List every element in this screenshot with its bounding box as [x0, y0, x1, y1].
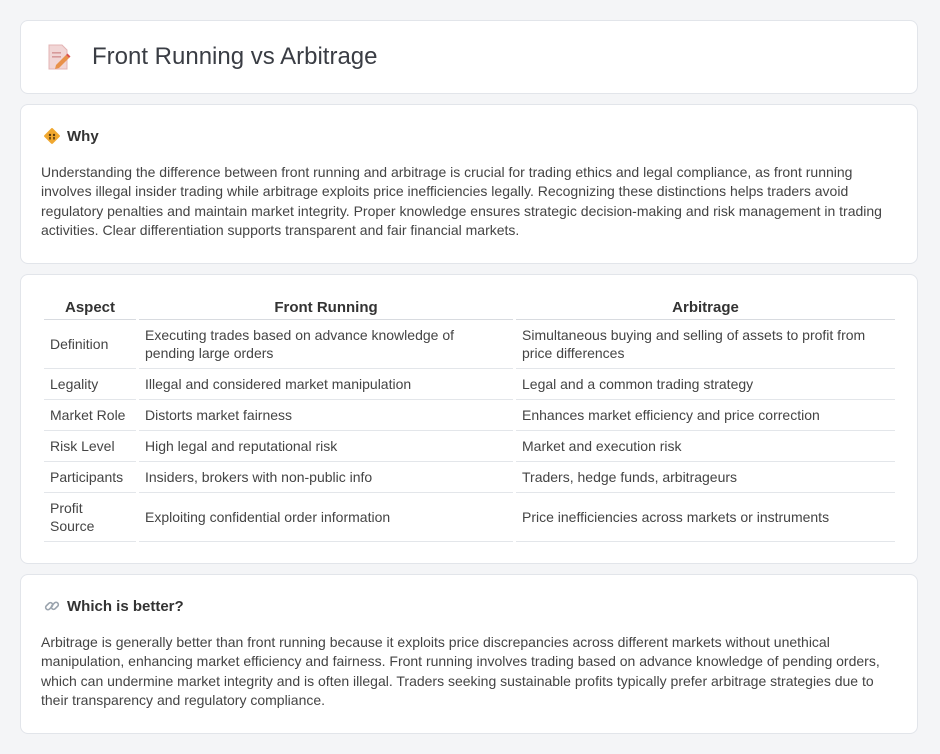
column-header-front-running: Front Running	[139, 295, 513, 320]
arbitrage-cell: Legal and a common trading strategy	[516, 369, 895, 400]
why-heading: Why	[67, 127, 99, 145]
table-header-row: Aspect Front Running Arbitrage	[44, 295, 895, 320]
table-row: Legality Illegal and considered market m…	[44, 369, 895, 400]
table-row: Risk Level High legal and reputational r…	[44, 431, 895, 462]
comparison-table-card: Aspect Front Running Arbitrage Definitio…	[20, 274, 918, 564]
front-running-cell: Executing trades based on advance knowle…	[139, 320, 513, 369]
front-running-cell: Exploiting confidential order informatio…	[139, 493, 513, 542]
table-row: Definition Executing trades based on adv…	[44, 320, 895, 369]
front-running-cell: High legal and reputational risk	[139, 431, 513, 462]
which-is-better-heading: Which is better?	[67, 597, 184, 615]
aspect-cell: Profit Source	[44, 493, 136, 542]
front-running-cell: Distorts market fairness	[139, 400, 513, 431]
front-running-cell: Illegal and considered market manipulati…	[139, 369, 513, 400]
comparison-table: Aspect Front Running Arbitrage Definitio…	[41, 295, 898, 542]
arbitrage-cell: Price inefficiencies across markets or i…	[516, 493, 895, 542]
which-is-better-section: Which is better? Arbitrage is generally …	[20, 574, 918, 734]
column-header-arbitrage: Arbitrage	[516, 295, 895, 320]
front-running-cell: Insiders, brokers with non-public info	[139, 462, 513, 493]
why-text: Understanding the difference between fro…	[41, 164, 882, 238]
arbitrage-cell: Simultaneous buying and selling of asset…	[516, 320, 895, 369]
arbitrage-cell: Traders, hedge funds, arbitrageurs	[516, 462, 895, 493]
document-pencil-icon	[48, 44, 71, 70]
header-card: Front Running vs Arbitrage	[20, 20, 918, 94]
link-icon	[44, 601, 60, 611]
table-row: Market Role Distorts market fairness Enh…	[44, 400, 895, 431]
table-row: Profit Source Exploiting confidential or…	[44, 493, 895, 542]
aspect-cell: Legality	[44, 369, 136, 400]
arbitrage-cell: Market and execution risk	[516, 431, 895, 462]
arbitrage-cell: Enhances market efficiency and price cor…	[516, 400, 895, 431]
aspect-cell: Participants	[44, 462, 136, 493]
table-row: Participants Insiders, brokers with non-…	[44, 462, 895, 493]
why-section: Why Understanding the difference between…	[20, 104, 918, 264]
column-header-aspect: Aspect	[44, 295, 136, 320]
aspect-cell: Risk Level	[44, 431, 136, 462]
which-is-better-text: Arbitrage is generally better than front…	[41, 634, 880, 708]
aspect-cell: Definition	[44, 320, 136, 369]
aspect-cell: Market Role	[44, 400, 136, 431]
diamond-road-sign-icon	[44, 128, 60, 144]
page-title: Front Running vs Arbitrage	[92, 43, 378, 70]
